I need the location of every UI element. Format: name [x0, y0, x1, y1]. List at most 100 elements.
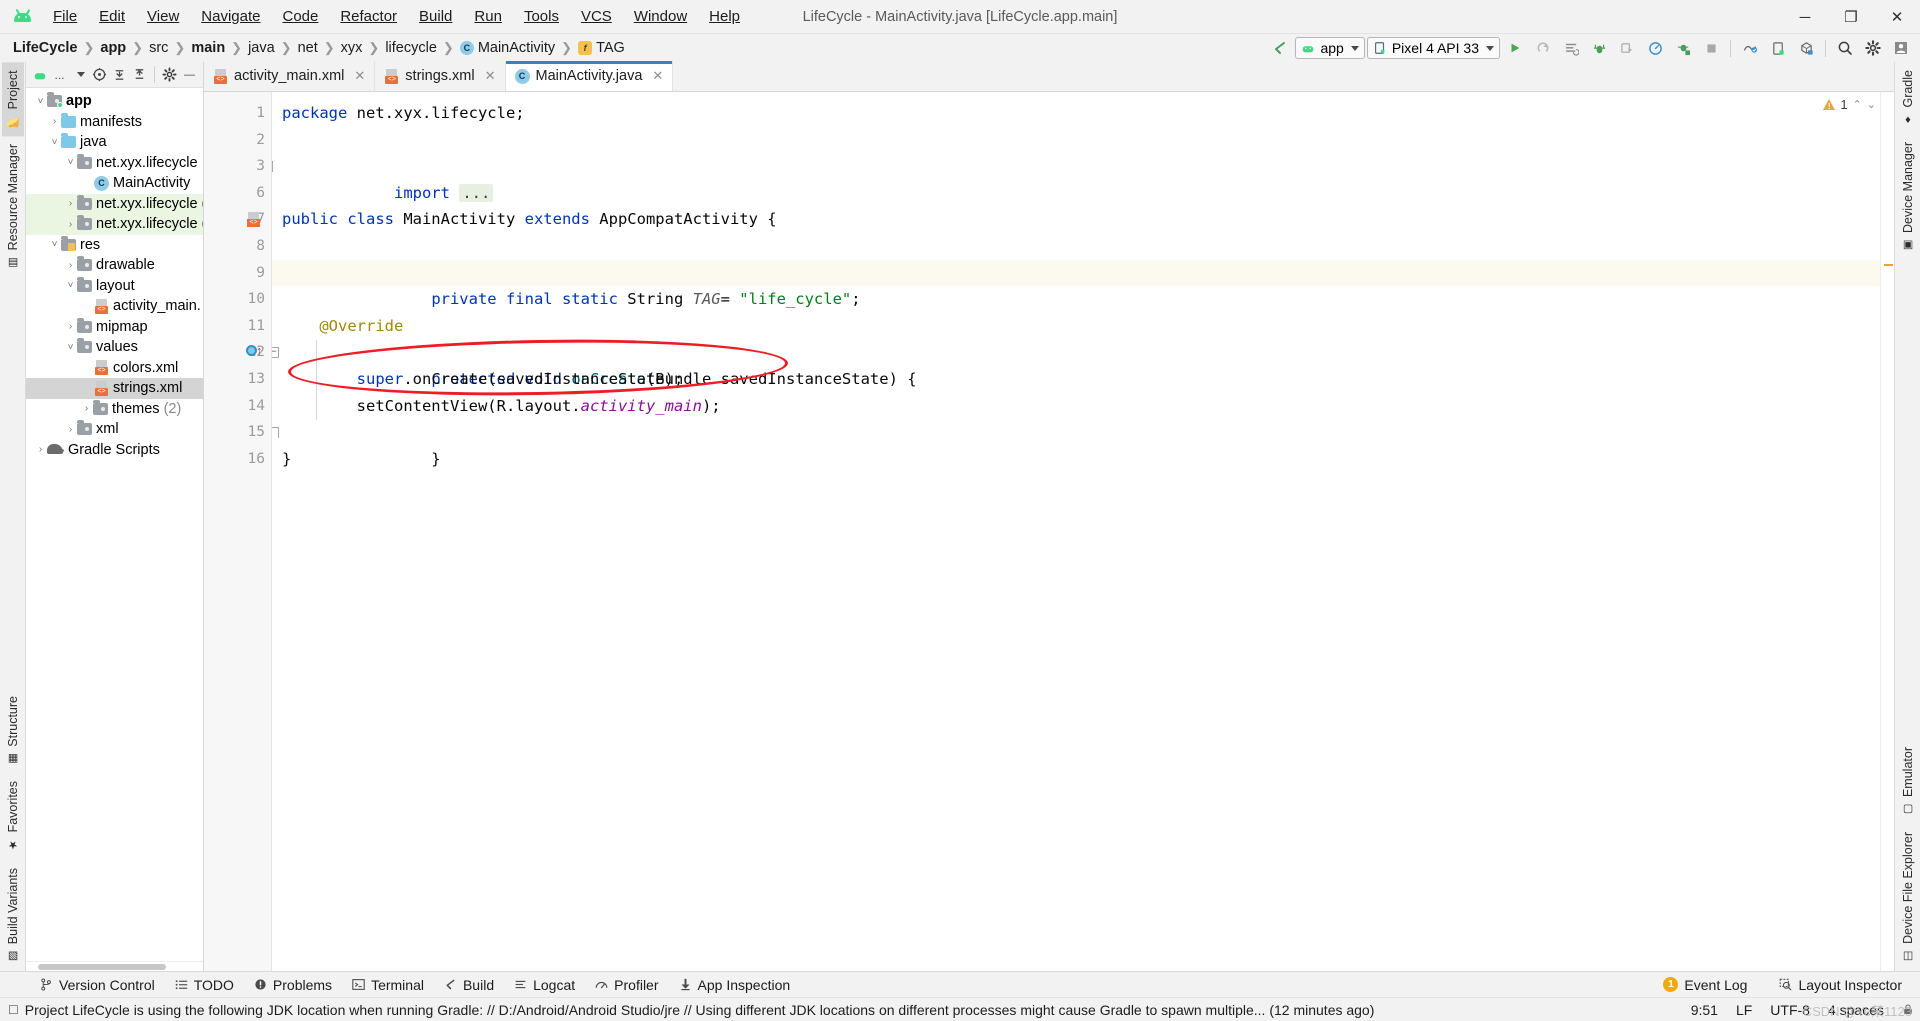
code-editor[interactable]: 1 2 3 6 7 8 9 10 11 12 13 14 15 16	[204, 92, 1894, 971]
twisty-icon[interactable]: ›	[64, 219, 77, 230]
status-message[interactable]: Project LifeCycle is using the following…	[25, 1002, 1375, 1018]
event-log-button[interactable]: 1 Event Log	[1653, 975, 1757, 995]
file-encoding[interactable]: UTF-8	[1770, 1002, 1810, 1018]
tree-row-java[interactable]: ˅ java	[26, 132, 203, 153]
bottom-tab-version-control[interactable]: Version Control	[30, 975, 165, 995]
maximize-button[interactable]: ❐	[1828, 0, 1874, 34]
sidebar-item-project[interactable]: 📂 Project	[1, 62, 24, 137]
sidebar-item-gradle[interactable]: ♦ Gradle	[1897, 62, 1919, 134]
tree-row-mipmap[interactable]: › mipmap	[26, 317, 203, 338]
indent-setting[interactable]: 4 spaces	[1828, 1002, 1884, 1018]
menu-help[interactable]: Help	[698, 4, 751, 29]
bottom-tab-problems[interactable]: Problems	[244, 975, 342, 995]
scrollbar-thumb[interactable]	[38, 964, 166, 970]
tree-row-package-test[interactable]: › net.xyx.lifecycle (	[26, 214, 203, 235]
sidebar-item-resource-manager[interactable]: ▤ Resource Manager	[2, 136, 24, 277]
breadcrumb-net[interactable]: net	[295, 39, 321, 57]
gear-icon[interactable]	[160, 65, 179, 85]
breadcrumb-mainactivity[interactable]: C MainActivity	[457, 39, 558, 57]
breadcrumb-app[interactable]: app	[97, 39, 129, 57]
menu-tools[interactable]: Tools	[513, 4, 570, 29]
editor-gutter[interactable]: 1 2 3 6 7 8 9 10 11 12 13 14 15 16	[204, 92, 272, 971]
sidebar-item-emulator[interactable]: ▢ Emulator	[1897, 739, 1919, 824]
menu-vcs[interactable]: VCS	[570, 4, 623, 29]
attach-debugger-icon[interactable]	[1614, 36, 1640, 60]
close-icon[interactable]: ✕	[652, 68, 663, 84]
twisty-icon[interactable]: ˅	[64, 342, 77, 353]
layout-inspector-button[interactable]: Layout Inspector	[1769, 975, 1912, 995]
twisty-icon[interactable]: ›	[64, 424, 77, 435]
override-method-icon[interactable]: ↑	[246, 344, 263, 357]
apply-changes-icon[interactable]	[1530, 36, 1556, 60]
close-icon[interactable]: ✕	[485, 68, 496, 84]
apply-code-changes-icon[interactable]	[1558, 36, 1584, 60]
tree-row-layout[interactable]: ˅ layout	[26, 276, 203, 297]
breadcrumb-lifecycle[interactable]: LifeCycle	[10, 39, 80, 57]
lock-icon[interactable]	[1902, 1003, 1914, 1016]
menu-navigate[interactable]: Navigate	[190, 4, 271, 29]
chevron-down-icon[interactable]: ⌄	[1867, 98, 1876, 111]
inspection-gutter[interactable]	[1880, 92, 1894, 971]
tree-row-manifests[interactable]: › manifests	[26, 112, 203, 133]
bottom-tab-profiler[interactable]: Profiler	[585, 975, 668, 995]
twisty-icon[interactable]: ˅	[64, 157, 77, 168]
breadcrumb-src[interactable]: src	[146, 39, 171, 57]
back-arrow-icon[interactable]	[1267, 36, 1293, 60]
menu-code[interactable]: Code	[271, 4, 329, 29]
expand-all-icon[interactable]	[110, 65, 129, 85]
twisty-icon[interactable]: ˅	[48, 239, 61, 250]
warning-stripe[interactable]	[1884, 264, 1893, 266]
breadcrumb-xyx[interactable]: xyx	[338, 39, 366, 57]
chevron-up-icon[interactable]: ⌃	[1853, 98, 1862, 111]
account-icon[interactable]	[1888, 36, 1914, 60]
fold-collapse-icon[interactable]: +	[272, 161, 273, 173]
sdk-manager-icon[interactable]	[1793, 36, 1819, 60]
project-scope-selector[interactable]	[30, 65, 49, 85]
menu-refactor[interactable]: Refactor	[329, 4, 408, 29]
twisty-icon[interactable]: ›	[64, 260, 77, 271]
breadcrumb-tag[interactable]: f TAG	[575, 39, 628, 57]
fold-method-icon[interactable]: −	[272, 347, 279, 359]
tree-row-drawable[interactable]: › drawable	[26, 255, 203, 276]
project-panel-hscrollbar[interactable]	[26, 961, 203, 971]
sidebar-item-structure[interactable]: ▦ Structure	[2, 688, 24, 774]
tree-row-res[interactable]: ˅ res	[26, 235, 203, 256]
tree-row-package-androidtest[interactable]: › net.xyx.lifecycle (	[26, 193, 203, 214]
project-scope-label[interactable]: ...	[50, 65, 69, 85]
tree-row-app[interactable]: ˅ app	[26, 91, 203, 112]
run-coverage-icon[interactable]	[1670, 36, 1696, 60]
menu-edit[interactable]: Edit	[88, 4, 136, 29]
twisty-icon[interactable]: ›	[34, 444, 47, 455]
bottom-tab-logcat[interactable]: Logcat	[504, 975, 585, 995]
twisty-icon[interactable]: ›	[48, 116, 61, 127]
related-xml-icon[interactable]: <>	[246, 212, 261, 227]
tree-row-activity-main-xml[interactable]: <> activity_main.	[26, 296, 203, 317]
fold-method-end-icon[interactable]	[272, 427, 279, 439]
breadcrumb-lifecycle-pkg[interactable]: lifecycle	[382, 39, 440, 57]
inspection-widget[interactable]: 1 ⌃ ⌄	[1823, 97, 1876, 112]
breadcrumb-java[interactable]: java	[245, 39, 278, 57]
device-explorer-icon[interactable]	[1765, 36, 1791, 60]
sidebar-item-device-manager[interactable]: ▣ Device Manager	[1897, 134, 1919, 260]
sidebar-item-build-variants[interactable]: ▧ Build Variants	[2, 860, 24, 971]
tab-strings-xml[interactable]: <> strings.xml ✕	[375, 61, 506, 91]
module-selector[interactable]: app	[1295, 37, 1365, 59]
bottom-tab-todo[interactable]: TODO	[165, 975, 244, 995]
line-separator[interactable]: LF	[1736, 1002, 1752, 1018]
sidebar-item-favorites[interactable]: ★ Favorites	[2, 773, 24, 859]
caret-position[interactable]: 9:51	[1691, 1002, 1718, 1018]
tree-row-gradle-scripts[interactable]: › Gradle Scripts	[26, 440, 203, 461]
menu-run[interactable]: Run	[463, 4, 513, 29]
tab-mainactivity-java[interactable]: C MainActivity.java ✕	[505, 61, 674, 91]
debug-icon[interactable]	[1586, 36, 1612, 60]
tab-activity-main-xml[interactable]: <> activity_main.xml ✕	[204, 61, 376, 91]
tree-row-themes[interactable]: › themes (2)	[26, 399, 203, 420]
bottom-tab-build[interactable]: Build	[434, 975, 504, 995]
menu-file[interactable]: File	[42, 4, 88, 29]
twisty-icon[interactable]: ›	[80, 403, 93, 414]
run-icon[interactable]	[1502, 36, 1528, 60]
menu-window[interactable]: Window	[623, 4, 698, 29]
twisty-icon[interactable]: ˅	[64, 280, 77, 291]
bottom-tab-terminal[interactable]: Terminal	[342, 975, 434, 995]
twisty-icon[interactable]: ˅	[34, 96, 47, 107]
